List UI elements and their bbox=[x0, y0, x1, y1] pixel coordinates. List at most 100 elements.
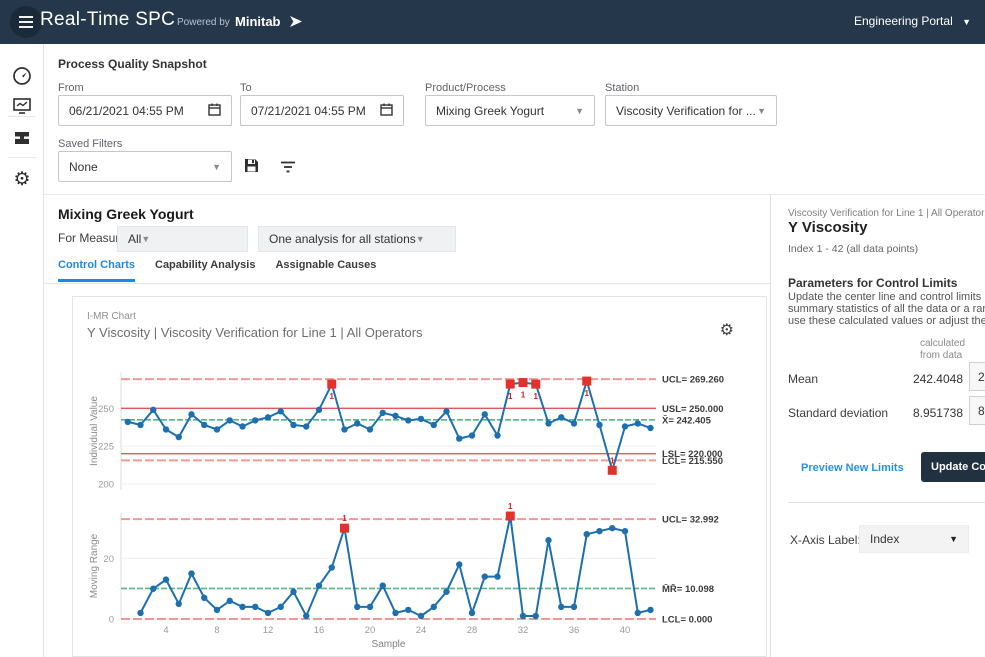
data-point[interactable] bbox=[150, 407, 156, 413]
failed-data-point[interactable] bbox=[340, 524, 349, 533]
data-point[interactable] bbox=[558, 604, 564, 610]
to-date-input[interactable]: 07/21/2021 04:55 PM bbox=[240, 95, 404, 126]
data-point[interactable] bbox=[316, 582, 322, 588]
data-point[interactable] bbox=[137, 610, 143, 616]
data-point[interactable] bbox=[239, 604, 245, 610]
data-point[interactable] bbox=[469, 432, 475, 438]
station-select[interactable]: Viscosity Verification for ... ▼ bbox=[605, 95, 777, 126]
filter-icon[interactable] bbox=[280, 160, 296, 178]
data-point[interactable] bbox=[431, 604, 437, 610]
data-point[interactable] bbox=[558, 414, 564, 420]
calendar-icon[interactable] bbox=[208, 103, 221, 119]
data-point[interactable] bbox=[482, 573, 488, 579]
data-point[interactable] bbox=[176, 434, 182, 440]
data-point[interactable] bbox=[227, 417, 233, 423]
charts-monitor-icon[interactable] bbox=[12, 96, 32, 116]
data-point[interactable] bbox=[265, 610, 271, 616]
failed-data-point[interactable] bbox=[506, 380, 515, 389]
data-point[interactable] bbox=[214, 426, 220, 432]
data-point[interactable] bbox=[367, 426, 373, 432]
data-point[interactable] bbox=[545, 420, 551, 426]
data-point[interactable] bbox=[380, 582, 386, 588]
data-point[interactable] bbox=[380, 410, 386, 416]
data-point[interactable] bbox=[125, 419, 131, 425]
dashboard-gauge-icon[interactable] bbox=[12, 66, 32, 86]
data-point[interactable] bbox=[316, 407, 322, 413]
data-point[interactable] bbox=[329, 564, 335, 570]
from-date-input[interactable]: 06/21/2021 04:55 PM bbox=[58, 95, 232, 126]
data-point[interactable] bbox=[265, 414, 271, 420]
data-point[interactable] bbox=[443, 589, 449, 595]
data-point[interactable] bbox=[418, 613, 424, 619]
data-point[interactable] bbox=[609, 525, 615, 531]
product-process-select[interactable]: Mixing Greek Yogurt ▼ bbox=[425, 95, 595, 126]
data-point[interactable] bbox=[533, 613, 539, 619]
hamburger-menu-icon[interactable] bbox=[10, 6, 42, 38]
data-point[interactable] bbox=[469, 610, 475, 616]
data-point[interactable] bbox=[405, 607, 411, 613]
data-point[interactable] bbox=[647, 607, 653, 613]
failed-data-point[interactable] bbox=[327, 380, 336, 389]
storage-box-icon[interactable] bbox=[12, 128, 32, 148]
data-point[interactable] bbox=[622, 528, 628, 534]
data-point[interactable] bbox=[354, 420, 360, 426]
data-point[interactable] bbox=[596, 528, 602, 534]
data-point[interactable] bbox=[278, 408, 284, 414]
data-point[interactable] bbox=[137, 422, 143, 428]
data-point[interactable] bbox=[545, 537, 551, 543]
data-point[interactable] bbox=[647, 425, 653, 431]
data-point[interactable] bbox=[252, 604, 258, 610]
calendar-icon[interactable] bbox=[380, 103, 393, 119]
data-point[interactable] bbox=[341, 426, 347, 432]
data-point[interactable] bbox=[290, 589, 296, 595]
data-point[interactable] bbox=[482, 411, 488, 417]
data-point[interactable] bbox=[392, 413, 398, 419]
failed-data-point[interactable] bbox=[531, 380, 540, 389]
data-point[interactable] bbox=[278, 604, 284, 610]
data-point[interactable] bbox=[214, 607, 220, 613]
data-point[interactable] bbox=[494, 573, 500, 579]
standard-deviation-input[interactable] bbox=[969, 396, 985, 425]
failed-data-point[interactable] bbox=[506, 512, 515, 521]
failed-data-point[interactable] bbox=[608, 466, 617, 475]
data-point[interactable] bbox=[290, 422, 296, 428]
data-point[interactable] bbox=[188, 411, 194, 417]
data-point[interactable] bbox=[456, 435, 462, 441]
data-point[interactable] bbox=[176, 601, 182, 607]
data-point[interactable] bbox=[392, 610, 398, 616]
data-point[interactable] bbox=[252, 417, 258, 423]
data-point[interactable] bbox=[163, 576, 169, 582]
save-filter-icon[interactable] bbox=[243, 157, 260, 179]
data-point[interactable] bbox=[201, 595, 207, 601]
data-point[interactable] bbox=[227, 598, 233, 604]
update-control-limits-button[interactable]: Update Control Limits bbox=[921, 452, 985, 482]
data-point[interactable] bbox=[571, 604, 577, 610]
data-point[interactable] bbox=[188, 570, 194, 576]
analysis-mode-select[interactable]: One analysis for all stations ▼ bbox=[258, 226, 456, 252]
data-point[interactable] bbox=[635, 610, 641, 616]
data-point[interactable] bbox=[163, 426, 169, 432]
data-point[interactable] bbox=[150, 586, 156, 592]
data-point[interactable] bbox=[456, 561, 462, 567]
data-point[interactable] bbox=[201, 422, 207, 428]
saved-filters-select[interactable]: None ▼ bbox=[58, 151, 232, 182]
data-point[interactable] bbox=[431, 422, 437, 428]
settings-gear-icon[interactable]: ⚙ bbox=[12, 170, 32, 190]
preview-new-limits-link[interactable]: Preview New Limits bbox=[801, 462, 904, 474]
x-axis-label-select[interactable]: Index ▼ bbox=[859, 525, 969, 553]
data-point[interactable] bbox=[584, 531, 590, 537]
data-point[interactable] bbox=[303, 423, 309, 429]
data-point[interactable] bbox=[635, 420, 641, 426]
tab-control-charts[interactable]: Control Charts bbox=[58, 259, 135, 282]
data-point[interactable] bbox=[239, 423, 245, 429]
mean-input[interactable] bbox=[969, 362, 985, 391]
data-point[interactable] bbox=[622, 423, 628, 429]
tab-assignable-causes[interactable]: Assignable Causes bbox=[275, 259, 376, 282]
data-point[interactable] bbox=[303, 613, 309, 619]
measure-select[interactable]: All ▼ bbox=[117, 226, 248, 252]
data-point[interactable] bbox=[596, 422, 602, 428]
data-point[interactable] bbox=[571, 420, 577, 426]
tab-capability-analysis[interactable]: Capability Analysis bbox=[155, 259, 255, 282]
chart-settings-gear-icon[interactable]: ⚙ bbox=[720, 323, 734, 339]
data-point[interactable] bbox=[494, 432, 500, 438]
